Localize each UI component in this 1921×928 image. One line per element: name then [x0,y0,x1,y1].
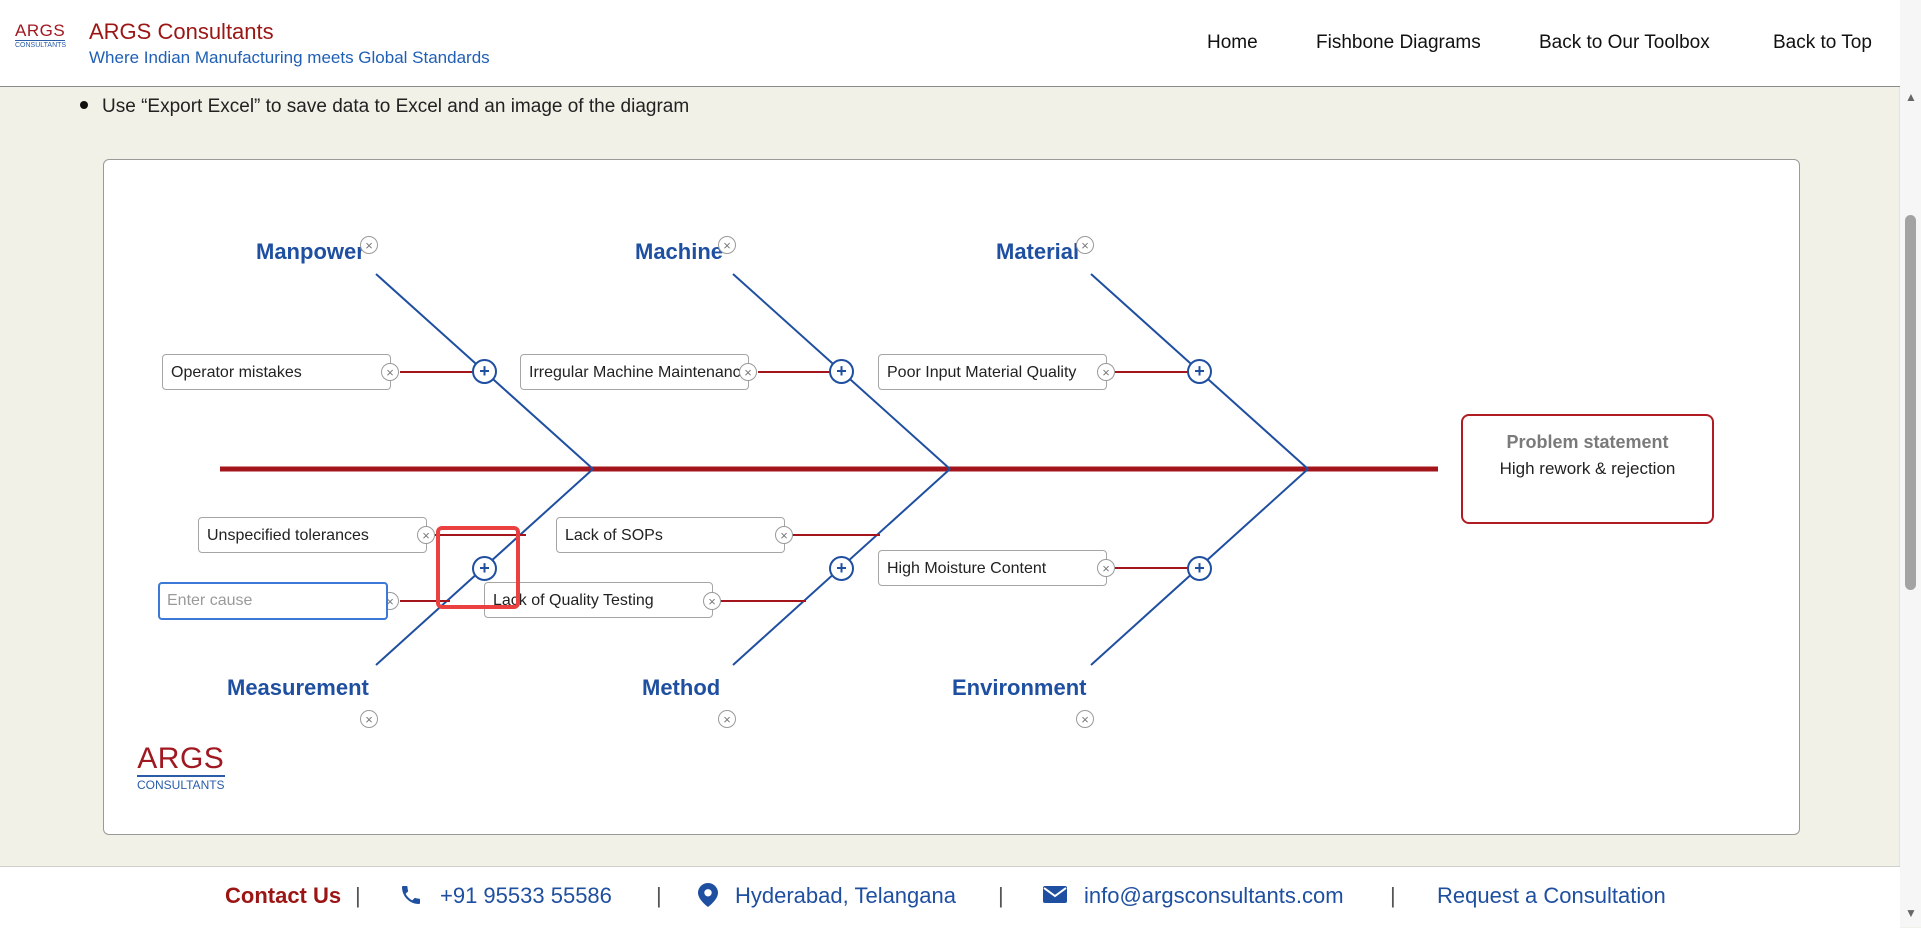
site-footer: Contact Us | +91 95533 55586 | Hyderabad… [0,866,1900,928]
delete-cause-poor-input-material-icon[interactable]: × [1097,363,1115,381]
footer-location: Hyderabad, Telangana [735,883,956,908]
delete-category-manpower-icon[interactable]: × [360,236,378,254]
footer-separator: | [998,883,1004,908]
delete-category-method-icon[interactable]: × [718,710,736,728]
delete-category-measurement-icon[interactable]: × [360,710,378,728]
category-material[interactable]: Material [996,239,1079,265]
site-header: ARGS CONSULTANTS ARGS Consultants Where … [0,0,1900,87]
nav-fishbone-diagrams[interactable]: Fishbone Diagrams [1316,32,1481,54]
add-cause-material-button[interactable]: + [1187,359,1212,384]
brand-name[interactable]: ARGS Consultants [89,19,274,45]
new-cause-input[interactable] [158,582,388,620]
location-pin-icon [698,883,718,913]
add-cause-method-button[interactable]: + [829,556,854,581]
watermark-text-top: ARGS [137,742,225,775]
diagram-watermark-logo: ARGS CONSULTANTS [137,744,225,791]
delete-cause-irregular-maintenance-icon[interactable]: × [739,363,757,381]
category-manpower[interactable]: Manpower [256,239,365,265]
delete-cause-lack-of-sops-icon[interactable]: × [775,526,793,544]
category-method[interactable]: Method [642,675,720,701]
delete-cause-unspecified-tolerances-icon[interactable]: × [417,526,435,544]
problem-statement-text[interactable]: High rework & rejection [1463,459,1712,479]
problem-statement-box[interactable]: Problem statement High rework & rejectio… [1461,414,1714,524]
request-consultation-link[interactable]: Request a Consultation [1437,883,1666,909]
footer-contact-us: Contact Us [225,883,342,908]
brand-logo[interactable]: ARGS CONSULTANTS [15,21,67,49]
delete-cause-high-moisture-icon[interactable]: × [1097,559,1115,577]
add-cause-environment-button[interactable]: + [1187,556,1212,581]
delete-cause-lack-of-quality-testing-icon[interactable]: × [703,592,721,610]
problem-statement-title: Problem statement [1506,432,1669,452]
add-cause-manpower-button[interactable]: + [472,359,497,384]
watermark-text-bottom: CONSULTANTS [137,775,225,791]
footer-email-link[interactable]: info@argsconsultants.com [1084,883,1344,909]
category-measurement[interactable]: Measurement [227,675,369,701]
nav-back-to-toolbox[interactable]: Back to Our Toolbox [1539,32,1710,54]
delete-category-environment-icon[interactable]: × [1076,710,1094,728]
logo-text-top: ARGS [15,21,66,40]
footer-separator: | [355,883,361,908]
cause-poor-input-material[interactable]: Poor Input Material Quality [878,354,1107,390]
email-envelope-icon [1043,883,1067,911]
delete-category-material-icon[interactable]: × [1076,236,1094,254]
phone-icon [399,883,423,913]
footer-separator: | [656,883,662,908]
logo-text-bottom: CONSULTANTS [15,40,67,49]
delete-cause-operator-mistakes-icon[interactable]: × [381,363,399,381]
cause-irregular-maintenance[interactable]: Irregular Machine Maintenance [520,354,749,390]
cause-unspecified-tolerances[interactable]: Unspecified tolerances [198,517,427,553]
category-environment[interactable]: Environment [952,675,1086,701]
delete-category-machine-icon[interactable]: × [718,236,736,254]
footer-separator: | [1390,883,1396,908]
nav-home[interactable]: Home [1207,32,1258,54]
brand-tagline: Where Indian Manufacturing meets Global … [89,48,490,67]
cause-operator-mistakes[interactable]: Operator mistakes [162,354,391,390]
footer-phone-link[interactable]: +91 95533 55586 [440,883,612,909]
category-machine[interactable]: Machine [635,239,723,265]
add-cause-machine-button[interactable]: + [829,359,854,384]
nav-back-to-top[interactable]: Back to Top [1773,32,1872,54]
cause-lack-of-sops[interactable]: Lack of SOPs [556,517,785,553]
cause-high-moisture[interactable]: High Moisture Content [878,550,1107,586]
focus-highlight [436,526,520,609]
